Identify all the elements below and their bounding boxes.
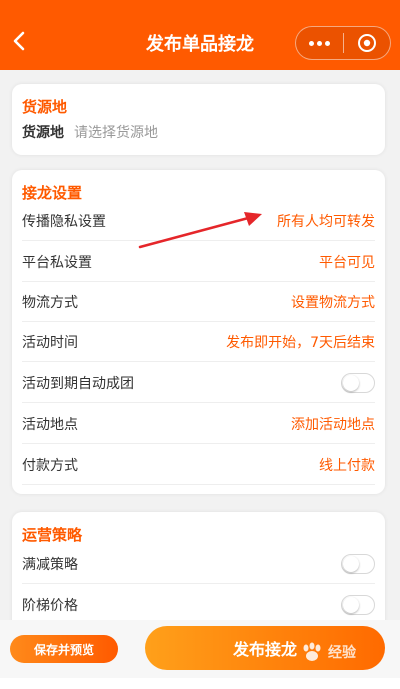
strategy-row-tiered-price: 阶梯价格 bbox=[22, 585, 375, 625]
source-label: 货源地 bbox=[22, 125, 64, 141]
setting-label: 付款方式 bbox=[22, 457, 78, 474]
setting-label: 平台私设置 bbox=[22, 254, 92, 271]
setting-row-privacy[interactable]: 传播隐私设置 所有人均可转发 bbox=[22, 201, 375, 241]
setting-row-time[interactable]: 活动时间 发布即开始，7天后结束 bbox=[22, 322, 375, 362]
chevron-left-icon bbox=[13, 31, 25, 51]
section-title-settings: 接龙设置 bbox=[22, 184, 83, 202]
close-app-button[interactable] bbox=[343, 27, 390, 59]
setting-value: 添加活动地点 bbox=[291, 416, 375, 433]
setting-row-location[interactable]: 活动地点 添加活动地点 bbox=[22, 404, 375, 444]
setting-value: 所有人均可转发 bbox=[277, 213, 375, 230]
page-bottom-strip bbox=[0, 678, 400, 689]
strategy-label: 阶梯价格 bbox=[22, 598, 78, 614]
setting-value: 平台可见 bbox=[319, 254, 375, 271]
more-dots-icon bbox=[308, 40, 314, 46]
setting-row-payment[interactable]: 付款方式 线上付款 bbox=[22, 445, 375, 485]
paw-logo-icon bbox=[303, 642, 321, 661]
strategy-card: 运营策略 满减策略 阶梯价格 bbox=[12, 512, 385, 632]
setting-label: 活动到期自动成团 bbox=[22, 375, 134, 392]
source-card: 货源地 货源地 请选择货源地 bbox=[12, 84, 385, 155]
more-button[interactable] bbox=[296, 27, 343, 59]
auto-group-toggle[interactable] bbox=[341, 372, 375, 393]
more-dot bbox=[316, 40, 322, 46]
toggle-knob bbox=[343, 597, 359, 613]
setting-row-logistics[interactable]: 物流方式 设置物流方式 bbox=[22, 282, 375, 322]
watermark: 经验 bbox=[300, 642, 356, 662]
setting-label: 传播隐私设置 bbox=[22, 213, 106, 230]
source-placeholder: 请选择货源地 bbox=[74, 125, 158, 141]
section-title-strategy: 运营策略 bbox=[22, 526, 83, 544]
setting-label: 活动地点 bbox=[22, 416, 78, 433]
setting-value: 线上付款 bbox=[319, 457, 375, 474]
target-circle-icon bbox=[357, 34, 376, 52]
top-nav-bar: 发布单品接龙 bbox=[0, 0, 400, 70]
setting-label: 物流方式 bbox=[22, 294, 78, 311]
tiered-price-toggle[interactable] bbox=[341, 595, 375, 615]
strategy-label: 满减策略 bbox=[22, 556, 78, 573]
setting-value: 发布即开始，7天后结束 bbox=[226, 334, 375, 351]
setting-row-auto-group: 活动到期自动成团 bbox=[22, 363, 375, 403]
strategy-row-discount: 满减策略 bbox=[22, 544, 375, 584]
watermark-text: 经验 bbox=[328, 645, 356, 661]
discount-toggle[interactable] bbox=[341, 553, 375, 574]
mini-program-capsule bbox=[295, 26, 391, 60]
setting-label: 活动时间 bbox=[22, 334, 78, 351]
source-row[interactable]: 货源地 请选择货源地 bbox=[22, 112, 375, 152]
toggle-knob bbox=[343, 555, 359, 572]
save-preview-button[interactable]: 保存并预览 bbox=[10, 635, 118, 663]
setting-value: 设置物流方式 bbox=[291, 294, 375, 311]
setting-row-platform[interactable]: 平台私设置 平台可见 bbox=[22, 242, 375, 282]
settings-card: 接龙设置 传播隐私设置 所有人均可转发 平台私设置 平台可见 物流方式 设置物流… bbox=[12, 170, 385, 494]
more-dot bbox=[324, 40, 330, 46]
toggle-knob bbox=[343, 374, 359, 391]
back-button[interactable] bbox=[6, 27, 34, 55]
